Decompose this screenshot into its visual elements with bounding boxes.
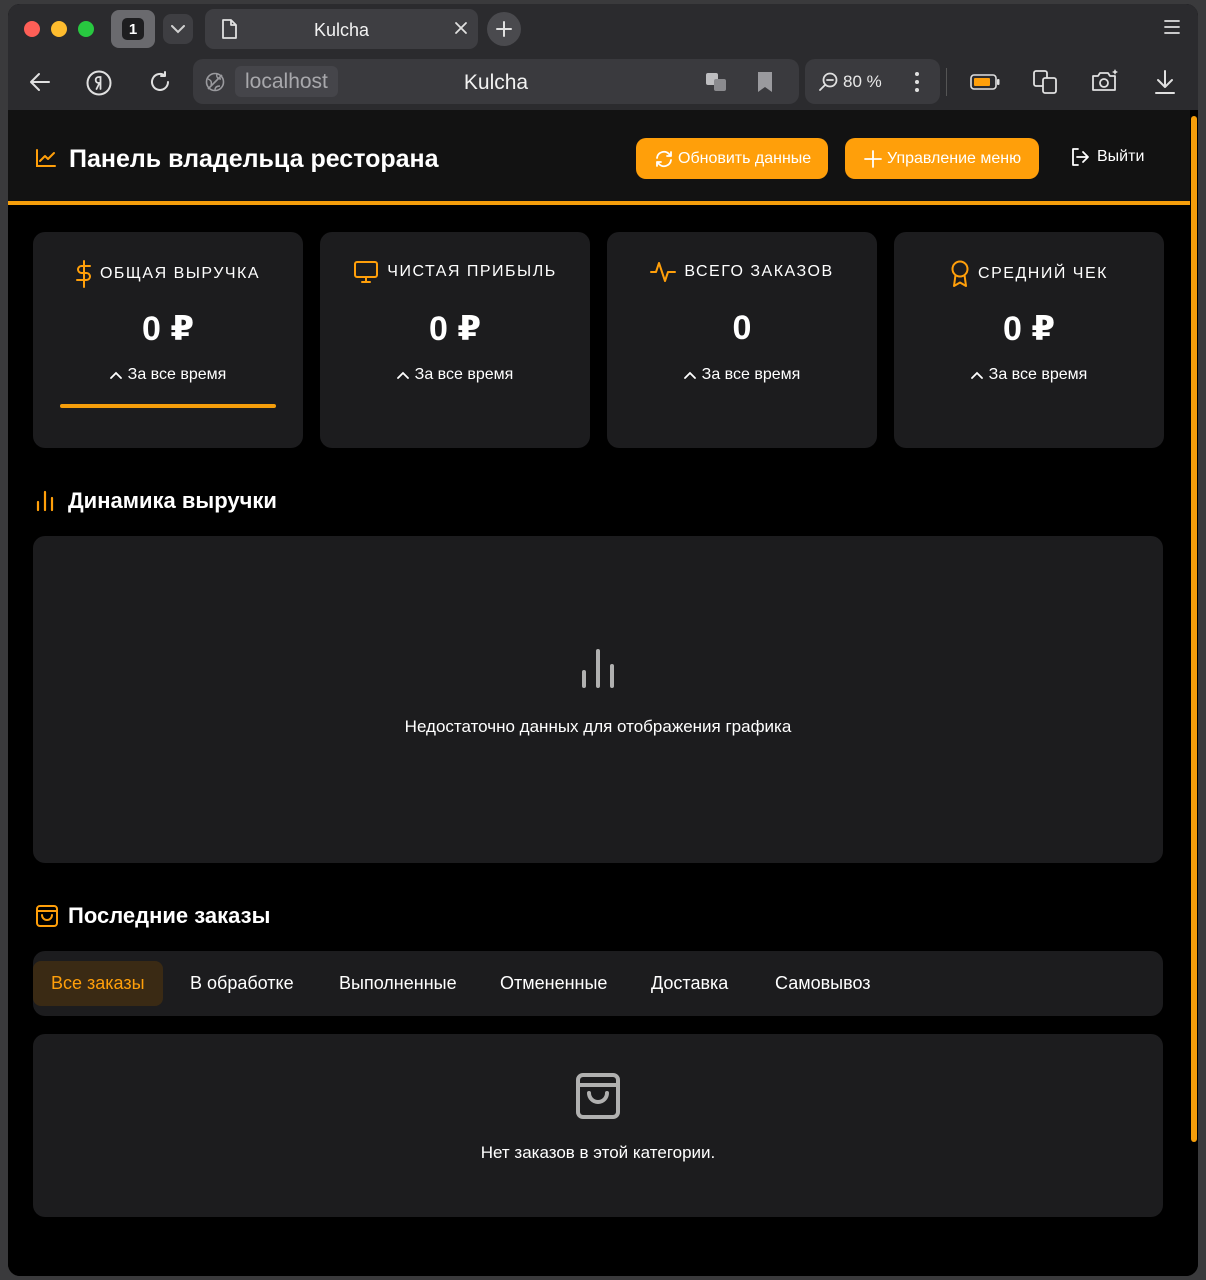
monitor-icon [354,261,379,283]
chevron-up-icon [396,371,409,379]
revenue-chart-panel: Недостаточно данных для отображения граф… [33,536,1163,863]
stat-card-profit: ЧИСТАЯ ПРИБЫЛЬ 0 ₽ За все время [320,232,590,448]
stat-value: 0 [732,309,752,347]
stat-value: 0 ₽ [141,310,194,348]
filter-all-orders[interactable]: Все заказы [33,961,163,1006]
filter-delivery[interactable]: Доставка [651,961,728,1006]
close-tab-icon[interactable] [454,21,468,35]
browser-tab[interactable]: Kulcha [205,9,478,49]
maximize-window-button[interactable] [78,21,94,37]
toolbar-separator [946,68,947,96]
tab-count: 1 [122,18,144,40]
address-bar[interactable]: localhost Kulcha [193,59,799,104]
manage-menu-button[interactable]: Управление меню [845,138,1039,179]
stat-label: ВСЕГО ЗАКАЗОВ [684,263,834,280]
stat-card-orders: ВСЕГО ЗАКАЗОВ 0 За все время [607,232,877,448]
dollar-icon [75,260,91,288]
tab-bar: 1 Kulcha [8,4,1198,54]
tab-list-button[interactable] [163,14,193,44]
bookmark-icon[interactable] [757,71,773,93]
more-vertical-icon[interactable] [914,71,920,93]
bar-chart-empty-icon [582,649,614,688]
stat-value: 0 ₽ [428,310,481,348]
battery-icon[interactable] [970,74,1000,90]
stat-period: За все время [414,366,514,383]
plus-icon [864,149,882,168]
new-tab-button[interactable] [487,12,521,46]
logout-icon [1072,148,1089,166]
menu-icon[interactable] [1164,20,1180,34]
filter-completed[interactable]: Выполненные [339,961,457,1006]
manage-menu-label: Управление меню [887,149,1022,167]
minimize-window-button[interactable] [51,21,67,37]
stat-label: ЧИСТАЯ ПРИБЫЛЬ [387,263,557,280]
refresh-icon [656,150,672,167]
stat-card-average-check: СРЕДНИЙ ЧЕК 0 ₽ За все время [894,232,1164,448]
stat-label: ОБЩАЯ ВЫРУЧКА [99,265,261,282]
stat-label: СРЕДНИЙ ЧЕК [978,265,1108,282]
page-title: Панель владельца ресторана [69,145,439,173]
screenshot-icon[interactable] [1090,68,1120,94]
chevron-up-icon [683,371,696,379]
filter-processing[interactable]: В обработке [190,961,294,1006]
filter-pickup[interactable]: Самовывоз [775,961,871,1006]
tab-title: Kulcha [313,20,370,40]
stat-active-indicator [60,404,276,408]
orders-section-title: Последние заказы [68,903,271,928]
activity-icon [650,262,677,282]
shopping-bag-empty-icon [576,1073,620,1119]
page-content: Панель владельца ресторана Обновить данн… [8,110,1190,1276]
stat-period: За все время [701,366,801,383]
back-arrow-icon[interactable] [28,70,52,94]
dashboard-header: Панель владельца ресторана Обновить данн… [8,110,1190,205]
stat-value: 0 ₽ [1002,310,1055,348]
page-scrollbar[interactable] [1190,110,1198,1276]
orders-filter-tabs: Все заказы В обработке Выполненные Отмен… [33,951,1163,1016]
logout-button[interactable]: Выйти [1071,148,1144,166]
translate-panel-icon[interactable] [1032,69,1058,95]
tab-counter-button[interactable]: 1 [111,10,155,48]
zoom-level: 80 % [843,72,882,91]
orders-list-panel: Нет заказов в этой категории. [33,1034,1163,1217]
award-icon [951,260,969,287]
zoom-out-icon[interactable] [819,72,839,92]
stat-period: За все время [988,366,1088,383]
orders-empty-message: Нет заказов в этой категории. [480,1143,716,1162]
revenue-section-title: Динамика выручки [68,488,277,513]
yandex-icon[interactable] [86,70,112,96]
bar-chart-icon [36,490,54,512]
browser-window: 1 Kulcha localhost Kulcha 80 % Панель вл… [8,4,1198,1276]
refresh-data-button[interactable]: Обновить данные [636,138,828,179]
plus-icon [496,21,512,37]
zoom-control[interactable]: 80 % [805,59,940,104]
scrollbar-thumb[interactable] [1191,116,1197,1142]
stat-period: За все время [127,366,227,383]
reload-icon[interactable] [148,70,172,94]
chart-empty-message: Недостаточно данных для отображения граф… [404,717,792,736]
chevron-down-icon [171,24,185,33]
stat-card-revenue: ОБЩАЯ ВЫРУЧКА 0 ₽ За все время [33,232,303,448]
logout-label: Выйти [1097,148,1145,165]
filter-cancelled[interactable]: Отмененные [500,961,607,1006]
chevron-up-icon [970,371,983,379]
refresh-data-label: Обновить данные [678,149,812,167]
trending-up-icon [36,149,56,167]
chevron-up-icon [109,371,122,379]
translate-icon[interactable] [705,71,727,93]
download-icon[interactable] [1154,69,1176,95]
browser-toolbar: localhost Kulcha 80 % [8,54,1198,110]
shopping-bag-icon [36,905,58,927]
close-window-button[interactable] [24,21,40,37]
